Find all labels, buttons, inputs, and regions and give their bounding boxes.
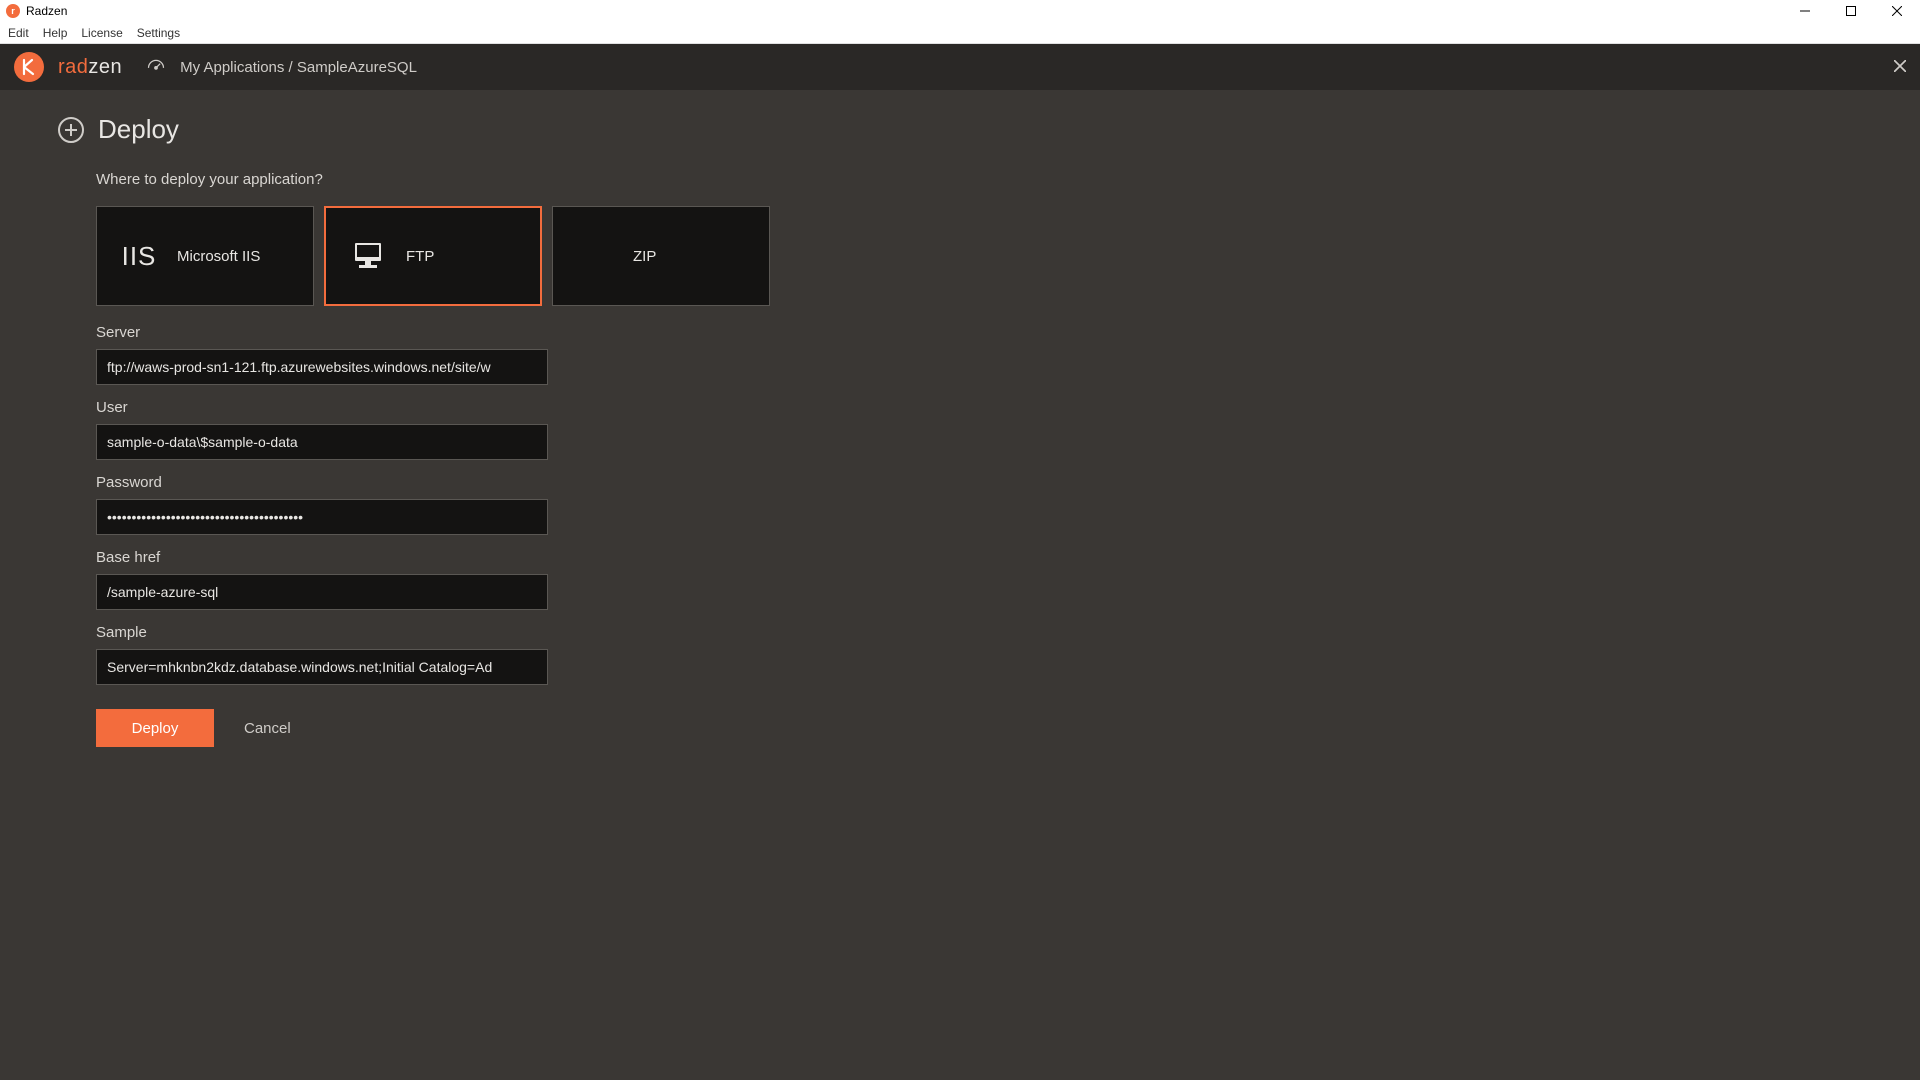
password-input[interactable] (96, 499, 548, 535)
deploy-target-ftp[interactable]: FTP (324, 206, 542, 306)
window-maximize-button[interactable] (1828, 0, 1874, 22)
deploy-target-iis[interactable]: IIS Microsoft IIS (96, 206, 314, 306)
sample-input[interactable] (96, 649, 548, 685)
user-input[interactable] (96, 424, 548, 460)
deploy-target-label: FTP (406, 248, 518, 265)
window-minimize-button[interactable] (1782, 0, 1828, 22)
window-controls (1782, 0, 1920, 22)
os-titlebar: r Radzen (0, 0, 1920, 22)
server-input[interactable] (96, 349, 548, 385)
form-buttons: Deploy Cancel (96, 709, 1862, 747)
window-title: Radzen (26, 4, 67, 18)
menu-settings[interactable]: Settings (137, 26, 180, 40)
panel-close-button[interactable] (1894, 59, 1906, 75)
deploy-target-zip[interactable]: ZIP (552, 206, 770, 306)
menu-license[interactable]: License (81, 26, 122, 40)
window-close-button[interactable] (1874, 0, 1920, 22)
page-title: Deploy (98, 114, 179, 145)
ftp-icon (348, 241, 388, 271)
deploy-prompt: Where to deploy your application? (96, 171, 1862, 188)
menu-edit[interactable]: Edit (8, 26, 29, 40)
deploy-form: Server User Password Base href Sample (96, 324, 548, 685)
logo-text-zen: zen (88, 56, 122, 78)
deploy-button[interactable]: Deploy (96, 709, 214, 747)
cancel-button[interactable]: Cancel (244, 720, 291, 737)
content: Deploy Where to deploy your application?… (0, 90, 1920, 771)
deploy-target-label: ZIP (633, 248, 747, 265)
breadcrumb[interactable]: My Applications / SampleAzureSQL (180, 59, 417, 76)
page-title-row: Deploy (58, 114, 1862, 145)
app-icon: r (6, 4, 20, 18)
iis-icon: IIS (119, 241, 159, 272)
dashboard-icon[interactable] (146, 57, 166, 77)
logo-text: radzen (58, 56, 122, 79)
logo-icon (14, 52, 44, 82)
sample-label: Sample (96, 624, 548, 641)
app-area: radzen My Applications / SampleAzureSQL … (0, 44, 1920, 1080)
basehref-input[interactable] (96, 574, 548, 610)
server-label: Server (96, 324, 548, 341)
user-label: User (96, 399, 548, 416)
menu-help[interactable]: Help (43, 26, 68, 40)
logo-text-rad: rad (58, 56, 88, 78)
basehref-label: Base href (96, 549, 548, 566)
password-label: Password (96, 474, 548, 491)
plus-circle-icon (58, 117, 84, 143)
app-header: radzen My Applications / SampleAzureSQL (0, 44, 1920, 90)
deploy-target-label: Microsoft IIS (177, 248, 291, 265)
menubar: Edit Help License Settings (0, 22, 1920, 44)
deploy-target-cards: IIS Microsoft IIS FTP ZIP (96, 206, 1862, 306)
